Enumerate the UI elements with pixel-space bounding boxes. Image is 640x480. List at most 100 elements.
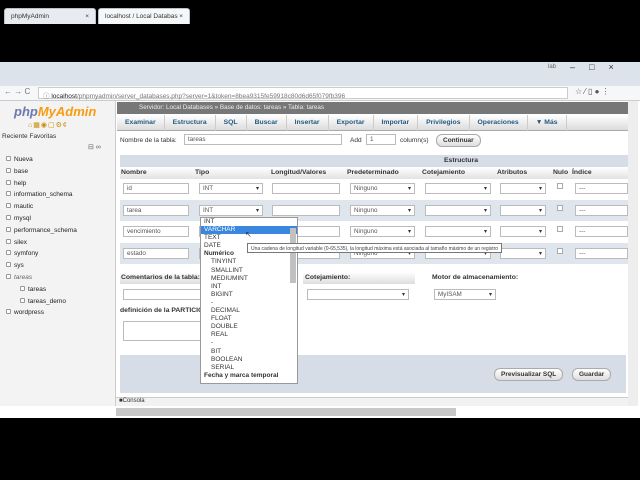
sidebar-item-mautic[interactable]: mautic [6, 203, 33, 210]
save-button[interactable]: Guardar [572, 368, 612, 381]
database-icon [20, 297, 25, 303]
url-input[interactable]: ⓘ localhost/phpmyadmin/server_databases.… [38, 87, 568, 100]
crumb-db[interactable]: Base de datos: tareas [220, 104, 281, 111]
browser-toolbar-icons[interactable]: ☆ ⁄ ▯ ● ⋮ [575, 87, 610, 96]
attributes-select[interactable] [500, 183, 546, 194]
sidebar-item-tareas[interactable]: tareas [20, 285, 46, 293]
length-input[interactable] [272, 204, 340, 216]
type-option[interactable]: FLOAT [201, 315, 297, 323]
default-select[interactable]: Ninguno [350, 226, 415, 238]
sidebar-item-symfony[interactable]: symfony [6, 250, 38, 257]
sidebar-item-help[interactable]: help [6, 179, 26, 187]
default-select[interactable]: Ninguno [350, 183, 415, 194]
type-option[interactable]: SMALLINT [201, 267, 297, 275]
tab-2[interactable]: SQL [216, 114, 247, 131]
column-name-input[interactable]: id [123, 183, 189, 194]
collapse-link-icon[interactable]: ⊟ ∞ [88, 143, 101, 151]
tab-6[interactable]: Importar [374, 114, 419, 131]
console-bar[interactable]: ■Consola [116, 397, 628, 406]
sidebar-item-silex[interactable]: silex [6, 238, 27, 246]
column-type-select[interactable]: INT [199, 183, 263, 194]
tab-label: Exportar [336, 118, 365, 126]
type-option[interactable]: - [201, 299, 297, 307]
type-option[interactable]: DECIMAL [201, 307, 297, 315]
null-checkbox[interactable] [557, 248, 563, 255]
table-name-input[interactable]: tareas [184, 134, 342, 145]
type-option[interactable]: DOUBLE [201, 323, 297, 331]
tab-9[interactable]: ▼ Más [528, 114, 567, 131]
window-controls[interactable]: –□× [570, 62, 628, 72]
column-name-input[interactable]: tarea [123, 204, 189, 216]
type-option[interactable]: - [201, 339, 297, 347]
tab-5[interactable]: Exportar [329, 114, 374, 131]
attributes-select[interactable] [500, 226, 546, 238]
preview-sql-button[interactable]: Previsualizar SQL [494, 368, 564, 381]
column-name-input[interactable]: estado [123, 248, 189, 260]
type-option[interactable]: INT [201, 283, 297, 291]
type-option[interactable]: REAL [201, 331, 297, 339]
sidebar-item-tareas[interactable]: tareas [6, 274, 32, 281]
tab-3[interactable]: Buscar [247, 114, 287, 131]
tab-0[interactable]: Examinar [117, 114, 165, 131]
comments-input[interactable] [123, 289, 203, 300]
null-checkbox[interactable] [557, 226, 563, 233]
sidebar-item-Nueva[interactable]: Nueva [6, 156, 33, 163]
collation-select[interactable] [425, 183, 491, 194]
type-option[interactable]: TINYINT [201, 258, 297, 266]
collation-select[interactable] [425, 226, 491, 238]
index-select[interactable]: --- [575, 204, 628, 216]
add-count-input[interactable]: 1 [366, 134, 396, 145]
collation-select[interactable] [425, 204, 491, 216]
tab-localhost[interactable]: localhost / Local Databas × [98, 8, 190, 24]
type-option[interactable]: INT [201, 218, 297, 226]
tab-label: Operaciones [477, 118, 519, 126]
engine-select[interactable]: MyISAM [434, 289, 496, 300]
type-option[interactable]: SERIAL [201, 364, 297, 372]
index-select[interactable]: --- [575, 248, 628, 260]
index-select[interactable]: --- [575, 183, 628, 194]
close-icon[interactable]: × [179, 13, 183, 20]
sidebar-item-tareas_demo[interactable]: tareas_demo [20, 297, 66, 305]
type-option[interactable]: BIT [201, 348, 297, 356]
sidebar-item-base[interactable]: base [6, 167, 28, 175]
tab-favorites[interactable]: Favoritas [29, 133, 56, 140]
phpmyadmin-logo: phpMyAdmin [14, 104, 97, 119]
index-select[interactable]: --- [575, 226, 628, 238]
length-input[interactable] [272, 183, 340, 194]
sidebar-item-performance_schema[interactable]: performance_schema [6, 226, 77, 234]
tab-7[interactable]: Privilegios [418, 114, 470, 131]
vertical-scrollbar[interactable] [628, 101, 638, 406]
table-collation-select[interactable] [307, 289, 409, 300]
type-option[interactable]: BIGINT [201, 291, 297, 299]
tab-recent[interactable]: Reciente [2, 133, 28, 140]
close-icon[interactable]: × [85, 13, 89, 20]
tab-8[interactable]: Operaciones [470, 114, 528, 131]
sidebar-item-label: performance_schema [14, 226, 77, 234]
default-select[interactable]: Ninguno [350, 204, 415, 216]
horizontal-scrollbar[interactable] [116, 408, 456, 416]
tab-phpmyadmin[interactable]: phpMyAdmin × [4, 8, 96, 24]
sidebar-item-label: tareas [14, 274, 33, 281]
continue-button[interactable]: Continuar [436, 134, 481, 147]
tab-1[interactable]: Estructura [165, 114, 216, 131]
sidebar-item-mysql[interactable]: mysql [6, 215, 31, 222]
null-checkbox[interactable] [557, 204, 563, 211]
sidebar-icons[interactable]: ⌂▦◉▢⚙¢ [28, 121, 68, 129]
type-option[interactable]: BOOLEAN [201, 356, 297, 364]
sidebar-tabs[interactable]: Reciente Favoritas [2, 133, 56, 140]
attributes-select[interactable] [500, 204, 546, 216]
attributes-select[interactable] [500, 248, 546, 260]
crumb-table[interactable]: Tabla: tareas [288, 104, 324, 111]
sidebar-item-information_schema[interactable]: information_schema [6, 191, 73, 198]
partition-input[interactable] [123, 321, 203, 341]
nav-buttons[interactable]: ← → C [4, 87, 30, 96]
crumb-server[interactable]: Servidor: Local Databases [139, 104, 213, 111]
type-option[interactable]: MEDIUMINT [201, 275, 297, 283]
null-checkbox[interactable] [557, 183, 563, 189]
dropdown-scrollbar[interactable] [290, 228, 296, 283]
sidebar-item-wordpress[interactable]: wordpress [6, 309, 44, 316]
column-type-select[interactable]: INT [199, 204, 263, 216]
tab-4[interactable]: Insertar [287, 114, 329, 131]
sidebar-item-sys[interactable]: sys [6, 262, 24, 269]
column-name-input[interactable]: vencimiento [123, 226, 189, 238]
